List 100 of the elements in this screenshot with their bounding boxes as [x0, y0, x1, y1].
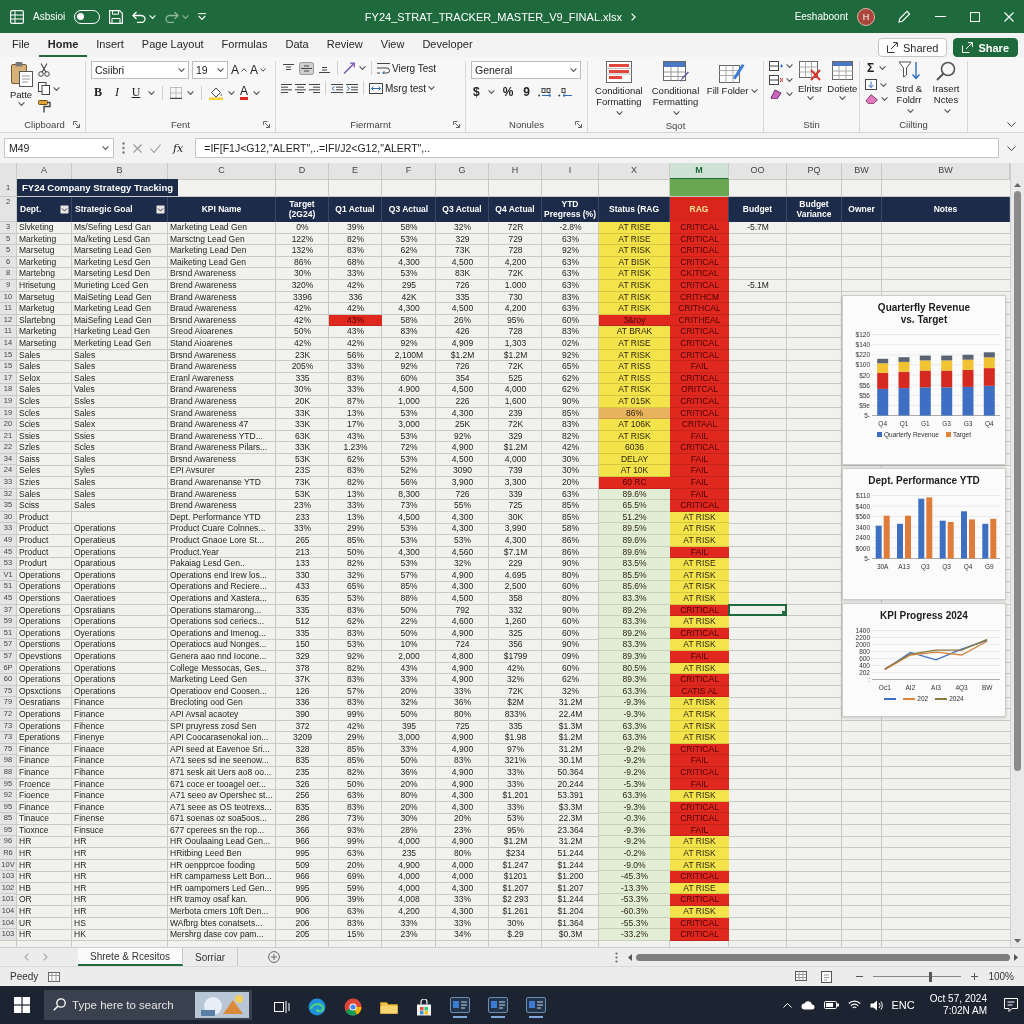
browser-icon[interactable] — [344, 998, 362, 1016]
ribbon-tab[interactable]: Formulas — [212, 33, 277, 57]
ribbon-tab[interactable]: Insert — [87, 33, 133, 57]
task-view-icon[interactable] — [274, 1000, 290, 1014]
insert-function-button[interactable]: fx — [169, 141, 188, 155]
column-header[interactable]: D — [276, 163, 329, 180]
fill-down-icon[interactable] — [865, 79, 877, 90]
chevron-right-icon[interactable] — [631, 12, 636, 21]
language-indicator[interactable]: ENC — [891, 999, 915, 1011]
caret-icon[interactable] — [838, 96, 846, 100]
italic-button[interactable]: I — [110, 85, 124, 100]
caret-icon[interactable] — [53, 86, 60, 91]
caret-icon[interactable] — [487, 90, 495, 94]
ribbon-tab[interactable]: File — [3, 33, 39, 57]
merge-button[interactable]: Msrg test — [369, 82, 436, 94]
redo-icon[interactable] — [165, 10, 180, 23]
grid-icon[interactable] — [10, 9, 24, 24]
bold-button[interactable]: B — [91, 85, 105, 100]
page-layout-icon[interactable] — [821, 970, 833, 983]
currency-button[interactable]: $ — [471, 85, 482, 99]
caret-icon[interactable] — [786, 92, 793, 96]
column-header[interactable]: X — [599, 163, 670, 180]
caret-icon[interactable] — [187, 90, 194, 95]
cancel-icon[interactable] — [133, 143, 142, 153]
ribbon-tab[interactable]: Page Layout — [132, 33, 213, 57]
scroll-left-icon[interactable] — [628, 953, 632, 961]
caret-icon[interactable] — [616, 111, 624, 116]
autosum-button[interactable]: Σ — [865, 61, 877, 75]
comma-button[interactable]: 9 — [521, 85, 533, 99]
font-color-button[interactable]: A — [240, 85, 248, 100]
column-header[interactable]: BW — [882, 163, 1010, 180]
format-painter-icon[interactable] — [38, 100, 51, 113]
increase-decimal-icon[interactable] — [538, 87, 553, 97]
increase-indent-icon[interactable] — [346, 83, 358, 93]
column-header[interactable]: H — [489, 163, 542, 180]
copy-icon[interactable] — [38, 82, 50, 95]
cloud-icon[interactable] — [800, 1000, 815, 1010]
column-header[interactable]: G — [436, 163, 489, 180]
percent-button[interactable]: % — [500, 85, 516, 99]
shopping-bag-icon[interactable] — [416, 998, 432, 1016]
name-box[interactable]: M49 — [4, 138, 114, 158]
column-header[interactable]: OO — [729, 163, 787, 180]
caret-icon[interactable] — [428, 86, 436, 90]
underline-button[interactable]: U — [129, 85, 143, 100]
speaker-icon[interactable] — [869, 999, 883, 1011]
close-icon[interactable] — [1004, 11, 1014, 22]
caret-icon[interactable] — [148, 90, 155, 95]
number-format-dropdown[interactable]: General — [471, 61, 581, 79]
shared-button[interactable]: Shared — [877, 38, 948, 57]
column-header[interactable]: PQ — [787, 163, 842, 180]
app-window-icon[interactable] — [488, 996, 508, 1013]
add-sheet-icon[interactable] — [268, 951, 281, 963]
dialog-launcher-icon[interactable] — [263, 120, 270, 128]
share-button[interactable]: Share — [953, 38, 1018, 57]
caret-icon[interactable] — [178, 68, 185, 72]
grow-font-button[interactable]: A — [231, 63, 247, 77]
slider-thumb[interactable] — [929, 971, 933, 982]
caret-icon[interactable] — [806, 96, 814, 100]
save-icon[interactable] — [109, 9, 124, 24]
caret-icon[interactable] — [17, 102, 25, 106]
filter-dropdown-icon[interactable] — [156, 205, 165, 214]
table-button[interactable]: Dotiete — [827, 61, 858, 100]
folder-icon[interactable] — [380, 1000, 398, 1014]
scroll-right-icon[interactable] — [1014, 953, 1018, 961]
maximize-icon[interactable] — [970, 11, 980, 22]
insert-cells-icon[interactable] — [769, 61, 783, 71]
caret-icon[interactable] — [228, 90, 235, 95]
caret-icon[interactable] — [673, 111, 680, 116]
app-window-icon[interactable] — [526, 996, 546, 1013]
cut-icon[interactable] — [38, 63, 50, 77]
wifi-icon[interactable] — [847, 1000, 861, 1010]
avatar-button[interactable]: H — [857, 7, 875, 26]
column-header[interactable]: C — [168, 163, 276, 180]
battery-icon[interactable] — [823, 1001, 839, 1009]
ribbon-tab[interactable]: View — [371, 33, 414, 57]
collapse-ribbon-icon[interactable] — [1007, 122, 1016, 127]
caret-icon[interactable] — [570, 68, 577, 72]
windows-logo-icon[interactable] — [14, 997, 30, 1013]
fill-color-icon[interactable] — [209, 85, 223, 100]
caret-icon[interactable] — [750, 89, 758, 94]
align-center-icon[interactable] — [295, 83, 306, 93]
normal-view-icon[interactable] — [795, 970, 808, 981]
cell-cursor[interactable] — [728, 603, 787, 617]
ribbon-tab[interactable]: Developer — [413, 33, 482, 57]
expand-icon[interactable] — [1007, 145, 1016, 151]
notification-icon[interactable] — [1004, 998, 1018, 1012]
macro-record-icon[interactable] — [48, 971, 61, 982]
sheet-tab[interactable]: Shrete & Rcesitos — [78, 948, 184, 966]
caret-icon[interactable] — [786, 64, 793, 68]
align-right-icon[interactable] — [309, 83, 320, 93]
table-format-button[interactable]: Conditional Fermatting — [649, 61, 702, 118]
caret-icon[interactable] — [182, 14, 190, 19]
caret-icon[interactable] — [880, 82, 887, 87]
scrollbar-thumb[interactable] — [636, 953, 1010, 961]
zoom-in-icon[interactable] — [971, 973, 979, 980]
caret-icon[interactable] — [786, 78, 793, 82]
decrease-decimal-icon[interactable] — [558, 87, 573, 97]
dialog-launcher-icon[interactable] — [453, 120, 460, 128]
show-hidden-icons-icon[interactable] — [782, 1002, 792, 1008]
shrink-font-button[interactable]: A — [250, 63, 267, 77]
